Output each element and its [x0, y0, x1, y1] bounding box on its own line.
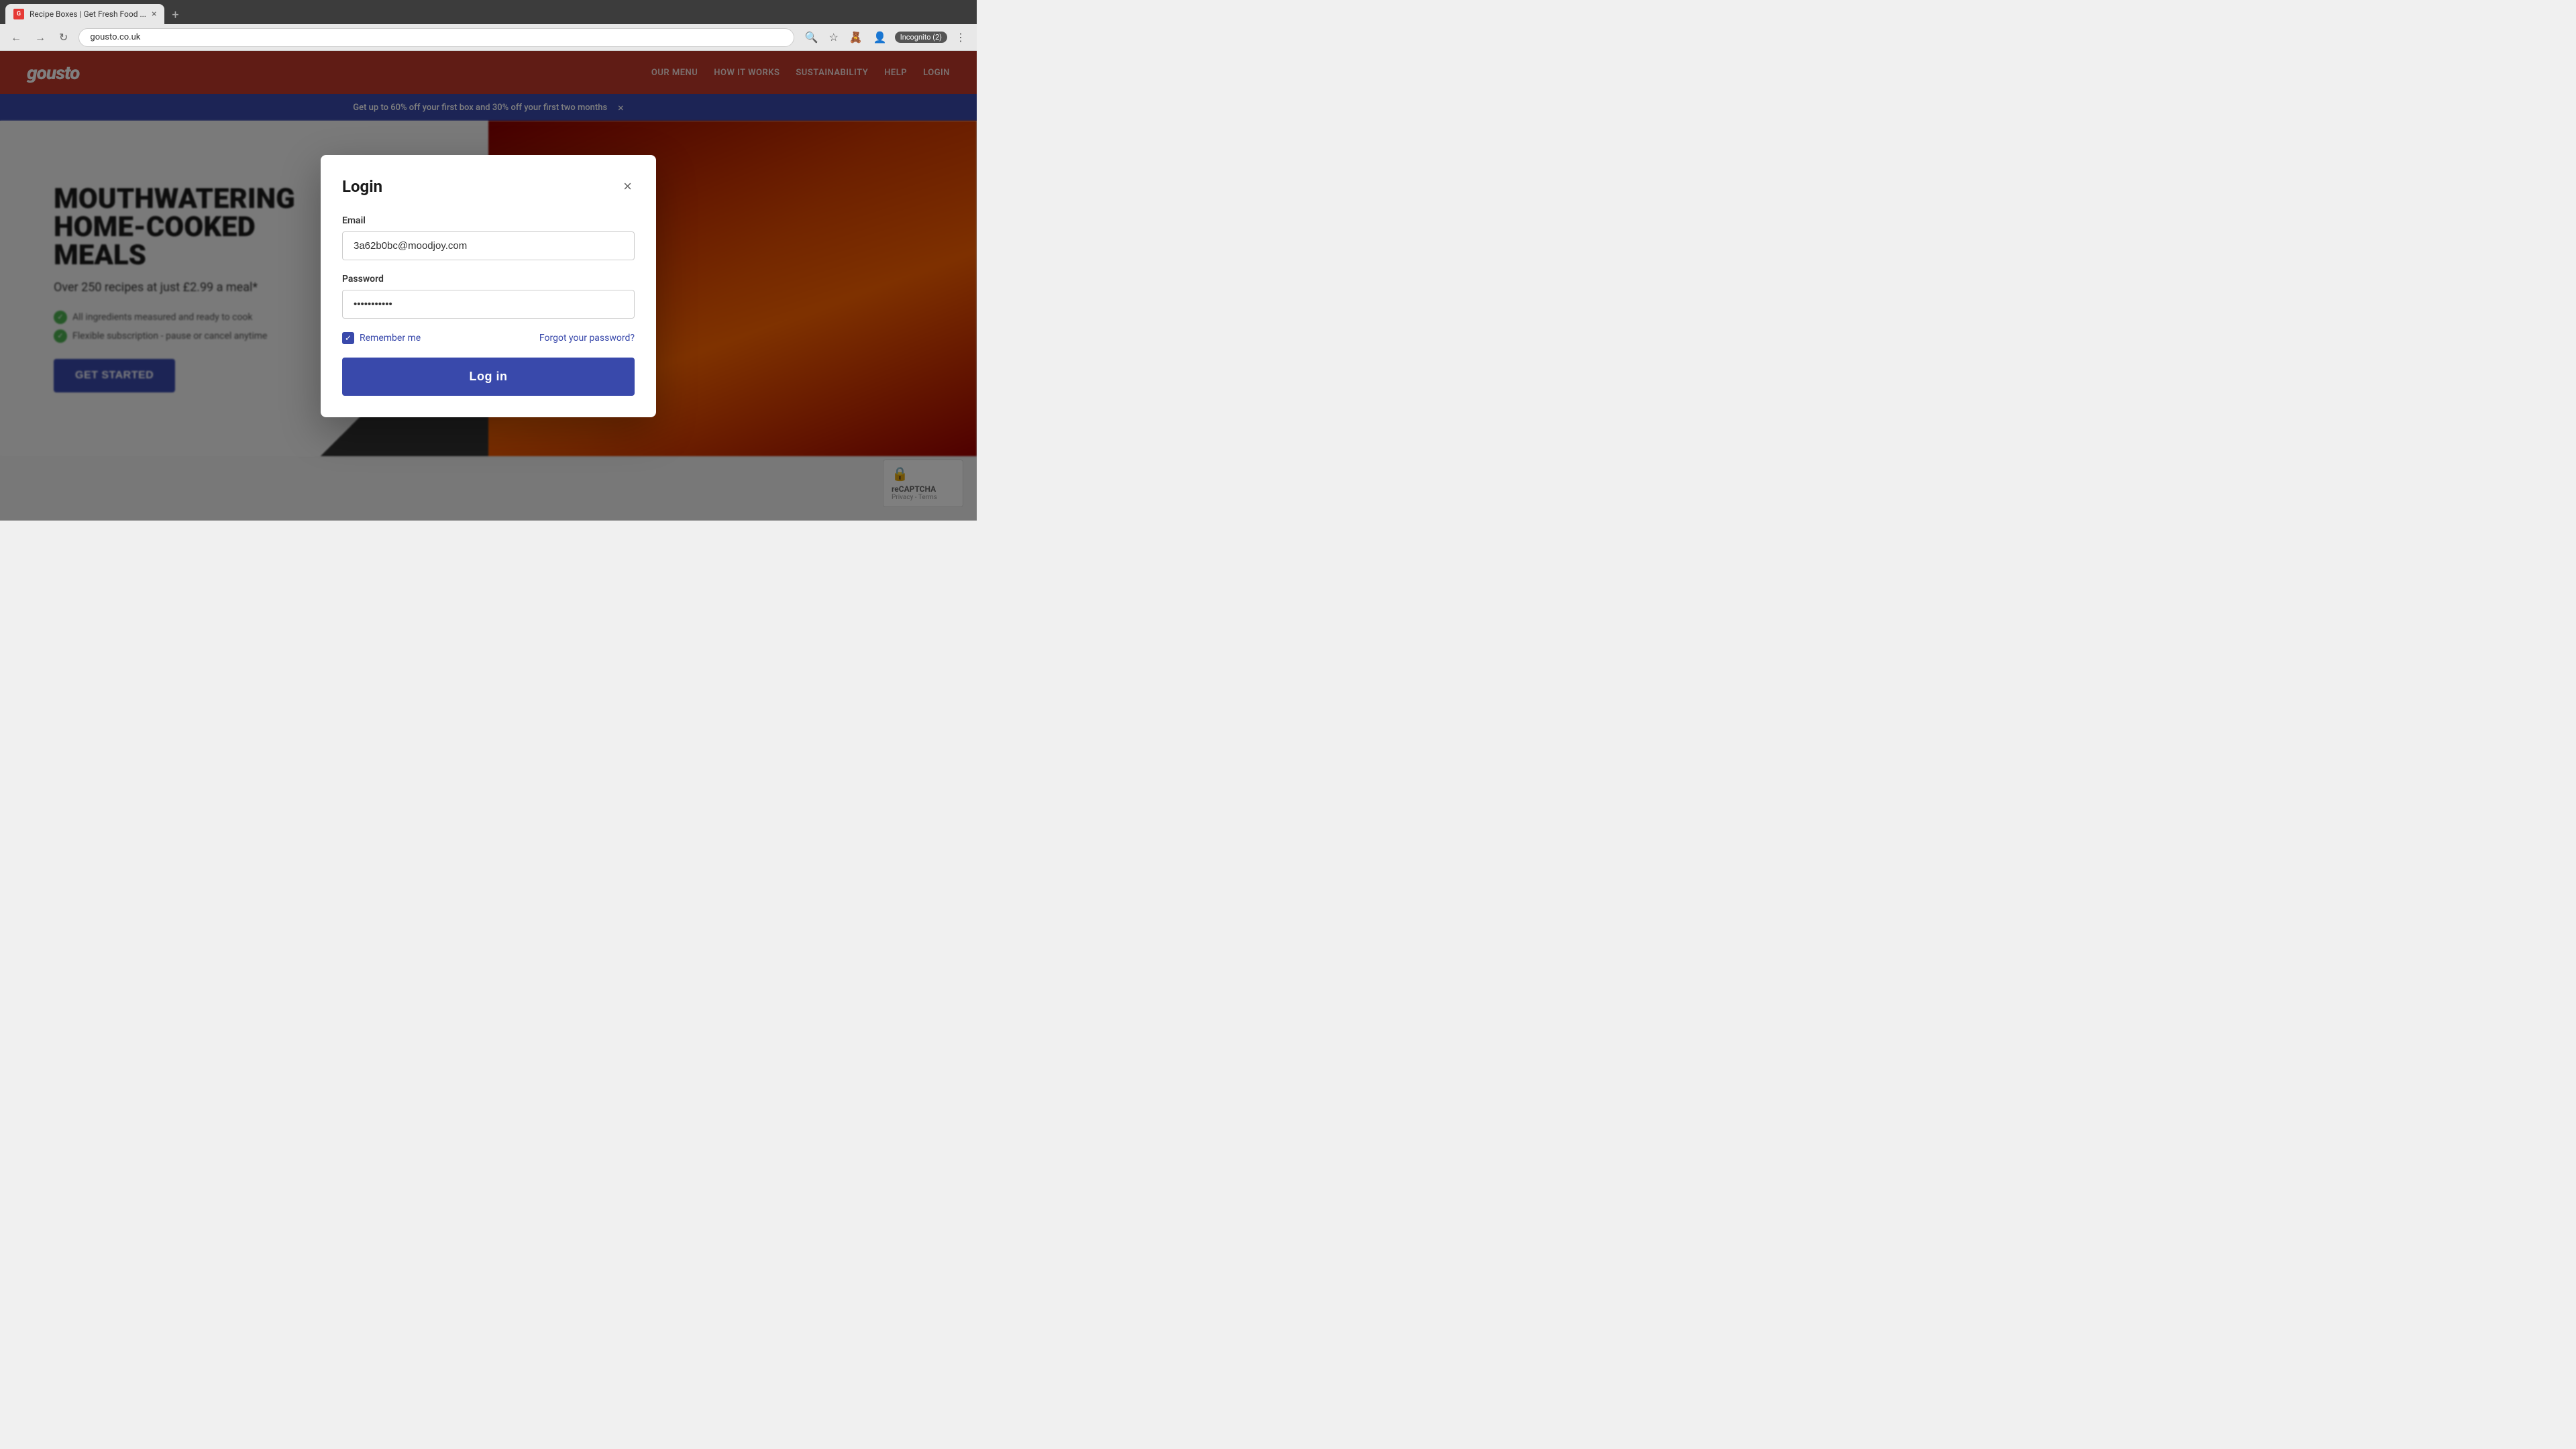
- modal-header: Login ×: [342, 176, 635, 197]
- new-tab-button[interactable]: +: [166, 5, 184, 24]
- password-form-group: Password: [342, 274, 635, 319]
- email-label: Email: [342, 215, 635, 226]
- checkbox-check-icon: ✓: [345, 333, 352, 343]
- incognito-badge[interactable]: Incognito (2): [895, 32, 947, 43]
- tab-title: Recipe Boxes | Get Fresh Food ...: [30, 9, 146, 19]
- browser-tab-bar: G Recipe Boxes | Get Fresh Food ... × +: [0, 0, 977, 24]
- back-button[interactable]: ←: [8, 28, 24, 47]
- login-modal: Login × Email Password ✓ Remember me For…: [321, 155, 656, 417]
- remember-me-label[interactable]: Remember me: [360, 333, 421, 343]
- menu-icon[interactable]: ⋮: [953, 28, 969, 46]
- browser-actions: 🔍 ☆ 🧸 👤 Incognito (2) ⋮: [802, 28, 969, 46]
- login-button[interactable]: Log in: [342, 358, 635, 396]
- forward-button[interactable]: →: [32, 28, 48, 47]
- url-input[interactable]: gousto.co.uk: [78, 28, 794, 47]
- tab-close-icon[interactable]: ×: [152, 9, 156, 19]
- email-form-group: Email: [342, 215, 635, 260]
- profile-icon[interactable]: 👤: [871, 28, 890, 46]
- password-input[interactable]: [342, 290, 635, 319]
- remember-me-checkbox[interactable]: ✓: [342, 332, 354, 344]
- modal-overlay[interactable]: Login × Email Password ✓ Remember me For…: [0, 51, 977, 521]
- tab-favicon: G: [13, 9, 24, 19]
- reload-button[interactable]: ↻: [56, 28, 70, 46]
- email-input[interactable]: [342, 231, 635, 260]
- form-footer: ✓ Remember me Forgot your password?: [342, 332, 635, 344]
- password-label: Password: [342, 274, 635, 284]
- modal-close-button[interactable]: ×: [621, 176, 635, 197]
- address-bar: ← → ↻ gousto.co.uk 🔍 ☆ 🧸 👤 Incognito (2)…: [0, 24, 977, 51]
- url-text: gousto.co.uk: [90, 32, 140, 42]
- modal-title: Login: [342, 177, 382, 196]
- page-content: gousto OUR MENU HOW IT WORKS SUSTAINABIL…: [0, 51, 977, 521]
- active-tab[interactable]: G Recipe Boxes | Get Fresh Food ... ×: [5, 4, 164, 24]
- forgot-password-link[interactable]: Forgot your password?: [539, 333, 635, 343]
- extensions-icon[interactable]: 🧸: [847, 28, 865, 46]
- remember-me-container: ✓ Remember me: [342, 332, 421, 344]
- bookmark-icon[interactable]: ☆: [826, 28, 841, 46]
- search-icon[interactable]: 🔍: [802, 28, 821, 46]
